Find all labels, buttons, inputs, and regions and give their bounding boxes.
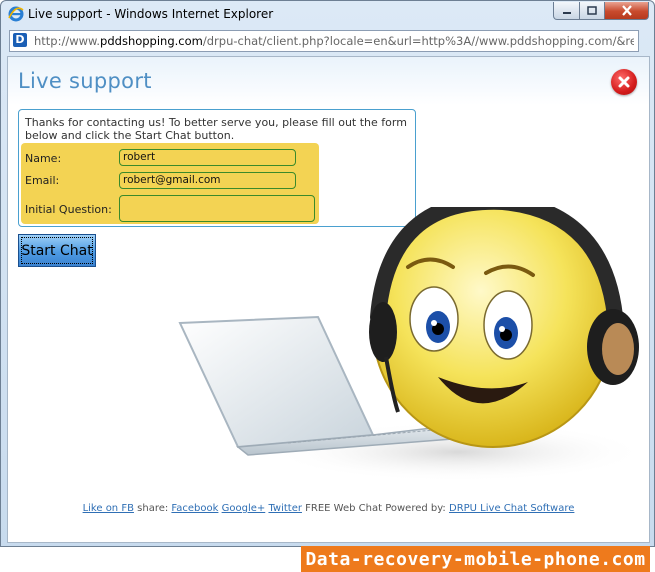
- site-icon: D: [13, 33, 27, 47]
- email-field[interactable]: robert@gmail.com: [119, 172, 296, 189]
- google-plus-link[interactable]: Google+: [222, 503, 266, 514]
- powered-by-text: FREE Web Chat Powered by:: [305, 503, 446, 514]
- question-label: Initial Question:: [25, 203, 112, 216]
- close-chat-button[interactable]: [611, 69, 637, 95]
- drpu-link[interactable]: DRPU Live Chat Software: [449, 503, 574, 514]
- minimize-icon: [562, 11, 571, 14]
- facebook-link[interactable]: Facebook: [171, 503, 218, 514]
- email-label: Email:: [25, 174, 60, 187]
- like-on-fb-link[interactable]: Like on FB: [83, 503, 134, 514]
- ie-icon: [8, 6, 24, 22]
- window-title: Live support - Windows Internet Explorer: [28, 7, 274, 21]
- address-bar[interactable]: D http://www.pddshopping.com/drpu-chat/c…: [9, 30, 639, 52]
- browser-window: Live support - Windows Internet Explorer…: [0, 0, 655, 547]
- window-close-button[interactable]: [605, 2, 649, 20]
- share-label: share:: [137, 503, 169, 514]
- headset-smiley: [369, 207, 639, 448]
- address-url[interactable]: http://www.pddshopping.com/drpu-chat/cli…: [34, 34, 634, 48]
- form-intro: Thanks for contacting us! To better serv…: [25, 116, 407, 142]
- watermark: Data-recovery-mobile-phone.com: [301, 546, 650, 572]
- maximize-icon: [587, 6, 597, 15]
- title-bar: Live support - Windows Internet Explorer: [1, 1, 654, 28]
- close-icon: [618, 76, 630, 88]
- name-label: Name:: [25, 152, 62, 165]
- page-content: Live support Thanks for contacting us! T…: [7, 56, 650, 543]
- maximize-button[interactable]: [580, 2, 605, 20]
- start-chat-button[interactable]: Start Chat: [18, 234, 96, 267]
- footer: Like on FB share: Facebook Google+ Twitt…: [8, 503, 649, 514]
- twitter-link[interactable]: Twitter: [268, 503, 302, 514]
- page-title: Live support: [18, 69, 152, 93]
- name-field[interactable]: robert: [119, 149, 296, 166]
- close-icon: [621, 5, 632, 16]
- support-smiley-illustration: [178, 207, 648, 482]
- minimize-button[interactable]: [553, 2, 580, 20]
